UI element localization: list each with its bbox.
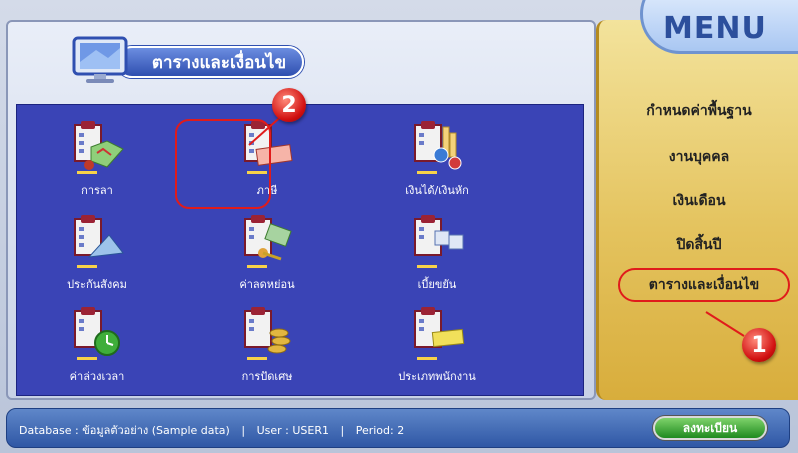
monitor-icon bbox=[68, 32, 132, 86]
status-info: Database : ข้อมูลตัวอย่าง (Sample data) … bbox=[19, 421, 404, 439]
status-separator: | bbox=[340, 424, 345, 437]
side-menu: MENU กำหนดค่าพื้นฐาน งานบุคคล เงินเดือน … bbox=[596, 0, 798, 400]
period-label: Period: bbox=[355, 424, 394, 437]
database-value: ข้อมูลตัวอย่าง (Sample data) bbox=[82, 424, 230, 437]
callout-line-two bbox=[248, 112, 286, 146]
panel-title: ตารางและเงื่อนไข bbox=[116, 46, 304, 78]
status-bar: Database : ข้อมูลตัวอย่าง (Sample data) … bbox=[6, 408, 790, 448]
panel-title-plate: ตารางและเงื่อนไข bbox=[68, 32, 308, 90]
user-value: USER1 bbox=[292, 424, 329, 437]
step-badge-two: 2 bbox=[272, 88, 306, 122]
app-window: ตารางและเงื่อนไข การลา ภาษี เงินได้/เงิน… bbox=[0, 0, 798, 453]
step-badge-one: 1 bbox=[742, 328, 776, 362]
register-button[interactable]: ลงทะเบียน bbox=[653, 416, 767, 440]
database-label: Database : bbox=[19, 424, 79, 437]
status-separator: | bbox=[241, 424, 246, 437]
menu-grid: การลา ภาษี เงินได้/เงินหัก ประกันสังคม ค… bbox=[16, 104, 584, 396]
period-value: 2 bbox=[397, 424, 405, 437]
main-panel: ตารางและเงื่อนไข การลา ภาษี เงินได้/เงิน… bbox=[6, 20, 596, 400]
user-label: User : bbox=[256, 424, 289, 437]
